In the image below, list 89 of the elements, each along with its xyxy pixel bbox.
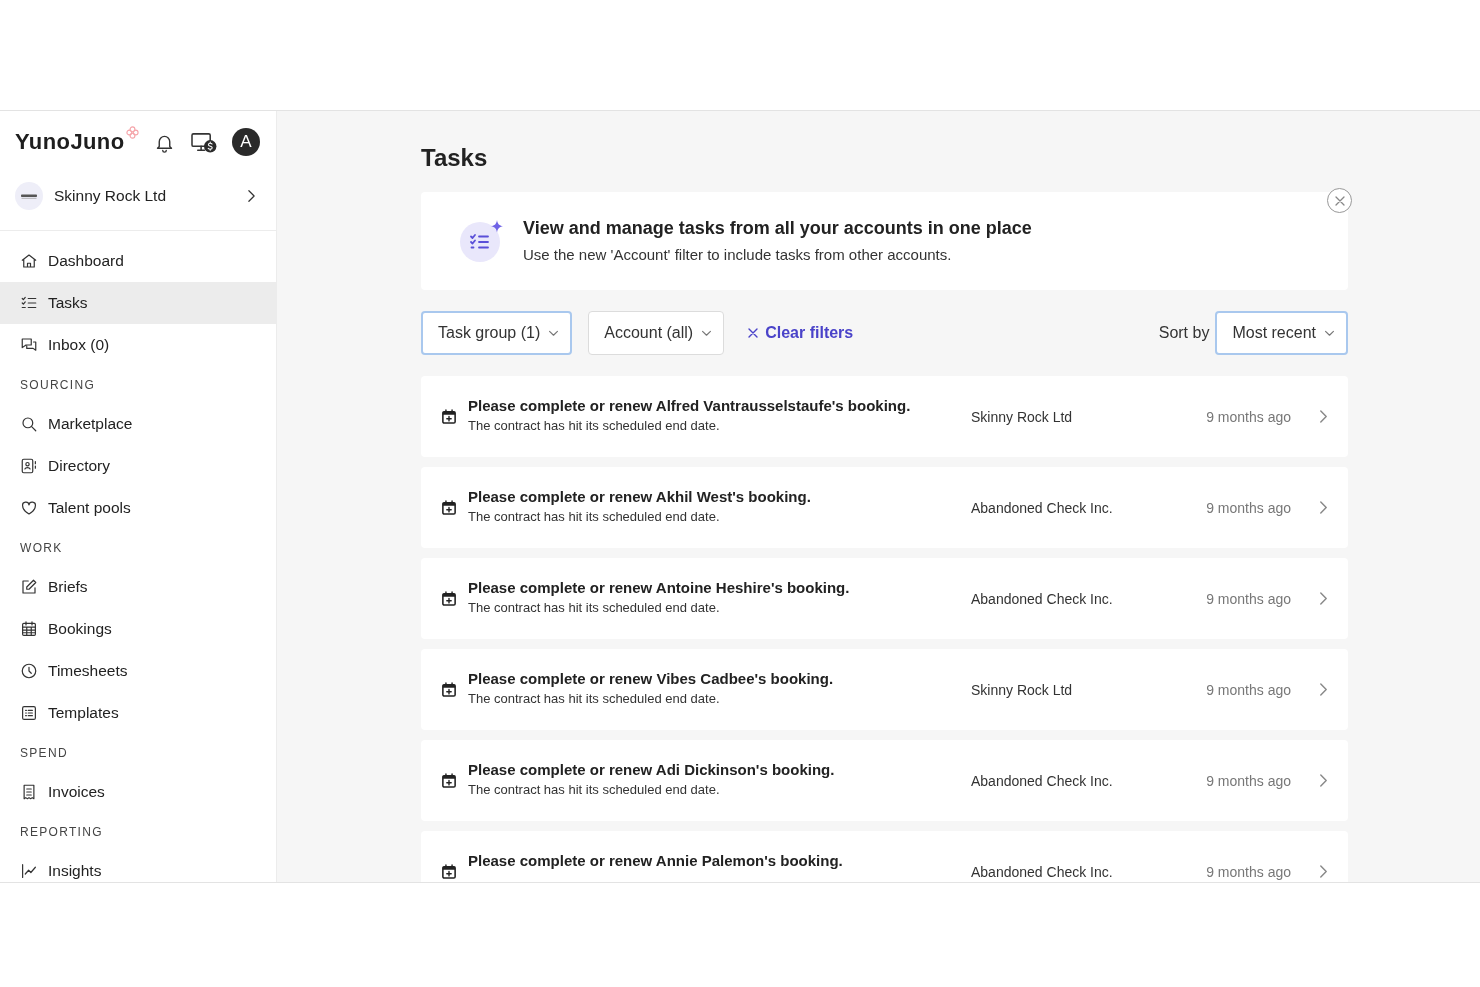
chevron-right-icon xyxy=(1319,773,1328,788)
chevron-down-icon xyxy=(701,329,713,337)
task-row[interactable]: Please complete or renew Adi Dickinson's booking. The contract has hit its scheduled end date. Abandoned Check Inc. 9 months ago xyxy=(421,740,1348,821)
chevron-right-icon xyxy=(1319,500,1328,515)
task-title: Please complete or renew Vibes Cadbee's booking. xyxy=(468,669,835,689)
nav-item[interactable]: Timesheets xyxy=(0,650,276,692)
task-time: 9 months ago xyxy=(1206,772,1291,789)
task-row[interactable]: Please complete or renew Alfred Vantrausselstaufe's booking. The contract has hit its scheduled end date. Skinny Rock Ltd 9 months ago xyxy=(421,376,1348,457)
task-row[interactable]: Please complete or renew Annie Palemon's booking. Abandoned Check Inc. 9 months ago xyxy=(421,831,1348,882)
nav-item[interactable]: Briefs xyxy=(0,566,276,608)
search-icon xyxy=(20,415,38,433)
task-time: 9 months ago xyxy=(1206,499,1291,516)
account-name: Abandoned Check Inc. xyxy=(971,863,1114,880)
task-row[interactable]: Please complete or renew Antoine Heshire's booking. The contract has hit its scheduled end date. Abandoned Check Inc. 9 months ago xyxy=(421,558,1348,639)
home-icon xyxy=(20,252,38,270)
company-logo-icon xyxy=(15,182,43,210)
chevron-right-icon xyxy=(1319,409,1328,424)
filter-dropdown[interactable]: Task group (1) xyxy=(421,311,573,355)
brand-logo[interactable]: YunoJuno xyxy=(15,129,125,155)
chevron-right-icon xyxy=(247,189,256,203)
task-row[interactable]: Please complete or renew Akhil West's booking. The contract has hit its scheduled end date. Abandoned Check Inc. 9 months ago xyxy=(421,467,1348,548)
calendar-plus-icon xyxy=(442,773,456,788)
calendar-plus-icon xyxy=(442,409,456,424)
calendar-plus-icon xyxy=(442,864,456,879)
line-chart-icon xyxy=(20,862,38,880)
chevron-right-icon xyxy=(1319,682,1328,697)
section-heading: SOURCING xyxy=(19,376,97,394)
sort-label: Sort by xyxy=(1158,324,1210,342)
section-heading: SPEND xyxy=(19,744,69,762)
flower-icon xyxy=(125,126,139,139)
account-name: Abandoned Check Inc. xyxy=(971,590,1114,607)
calendar-grid-icon xyxy=(20,620,38,638)
chat-bubbles-icon xyxy=(20,336,38,354)
task-time: 9 months ago xyxy=(1206,863,1291,880)
page-title: Tasks xyxy=(421,143,489,173)
chevron-down-icon xyxy=(548,329,560,337)
nav-item[interactable]: Tasks xyxy=(0,282,276,324)
nav-item[interactable]: Templates xyxy=(0,692,276,734)
close-icon xyxy=(1334,195,1345,206)
account-name: Abandoned Check Inc. xyxy=(971,499,1114,516)
banner-text: Use the new 'Account' filter to include tasks from other accounts. xyxy=(523,245,953,265)
nav-item[interactable]: Inbox (0) xyxy=(0,324,276,366)
chevron-right-icon xyxy=(1319,864,1328,879)
heart-icon xyxy=(20,499,38,517)
nav-item[interactable]: Directory xyxy=(0,445,276,487)
task-title: Please complete or renew Annie Palemon's booking. xyxy=(468,851,844,871)
task-description: The contract has hit its scheduled end date. xyxy=(468,417,721,435)
task-title: Please complete or renew Antoine Heshire's booking. xyxy=(468,578,851,598)
account-switcher[interactable]: Skinny Rock Ltd xyxy=(0,176,276,216)
account-name: Skinny Rock Ltd xyxy=(971,681,1074,698)
task-description: The contract has hit its scheduled end date. xyxy=(468,690,721,708)
nav-item[interactable]: Insights xyxy=(0,850,276,882)
nav-item[interactable]: Talent pools xyxy=(0,487,276,529)
task-row[interactable]: Please complete or renew Vibes Cadbee's booking. The contract has hit its scheduled end date. Skinny Rock Ltd 9 months ago xyxy=(421,649,1348,730)
user-avatar[interactable]: A xyxy=(232,128,260,156)
nav-item[interactable]: Invoices xyxy=(0,771,276,813)
calendar-plus-icon xyxy=(442,591,456,606)
section-heading: WORK xyxy=(19,539,64,557)
nav-item[interactable]: Marketplace xyxy=(0,403,276,445)
calendar-plus-icon xyxy=(442,682,456,697)
task-time: 9 months ago xyxy=(1206,408,1291,425)
list-icon xyxy=(20,704,38,722)
task-description: The contract has hit its scheduled end date. xyxy=(468,508,721,526)
task-title: Please complete or renew Alfred Vantrausselstaufe's booking. xyxy=(468,396,912,416)
chevron-right-icon xyxy=(1319,591,1328,606)
sort-dropdown[interactable]: Most recent xyxy=(1215,311,1348,355)
calendar-plus-icon xyxy=(442,500,456,515)
close-button[interactable] xyxy=(1327,188,1352,213)
task-time: 9 months ago xyxy=(1206,590,1291,607)
clear-filters-link[interactable]: Clear filters xyxy=(748,324,854,342)
task-title: Please complete or renew Akhil West's booking. xyxy=(468,487,812,507)
nav-item[interactable]: Dashboard xyxy=(0,240,276,282)
receipt-icon xyxy=(20,783,38,801)
banner-title: View and manage tasks from all your accounts in one place xyxy=(523,217,1032,240)
account-name: Abandoned Check Inc. xyxy=(971,772,1114,789)
task-title: Please complete or renew Adi Dickinson's booking. xyxy=(468,760,836,780)
clock-icon xyxy=(20,662,38,680)
task-description: The contract has hit its scheduled end date. xyxy=(468,781,721,799)
task-time: 9 months ago xyxy=(1206,681,1291,698)
nav-item[interactable]: Bookings xyxy=(0,608,276,650)
chevron-down-icon xyxy=(1324,329,1335,337)
close-icon xyxy=(748,328,759,338)
section-heading: REPORTING xyxy=(19,823,104,841)
task-description: The contract has hit its scheduled end date. xyxy=(468,599,721,617)
monitor-icon[interactable] xyxy=(190,130,217,154)
contact-card-icon xyxy=(20,457,38,475)
account-name: Skinny Rock Ltd xyxy=(971,408,1074,425)
edit-icon xyxy=(20,578,38,596)
filter-dropdown[interactable]: Account (all) xyxy=(588,311,725,355)
